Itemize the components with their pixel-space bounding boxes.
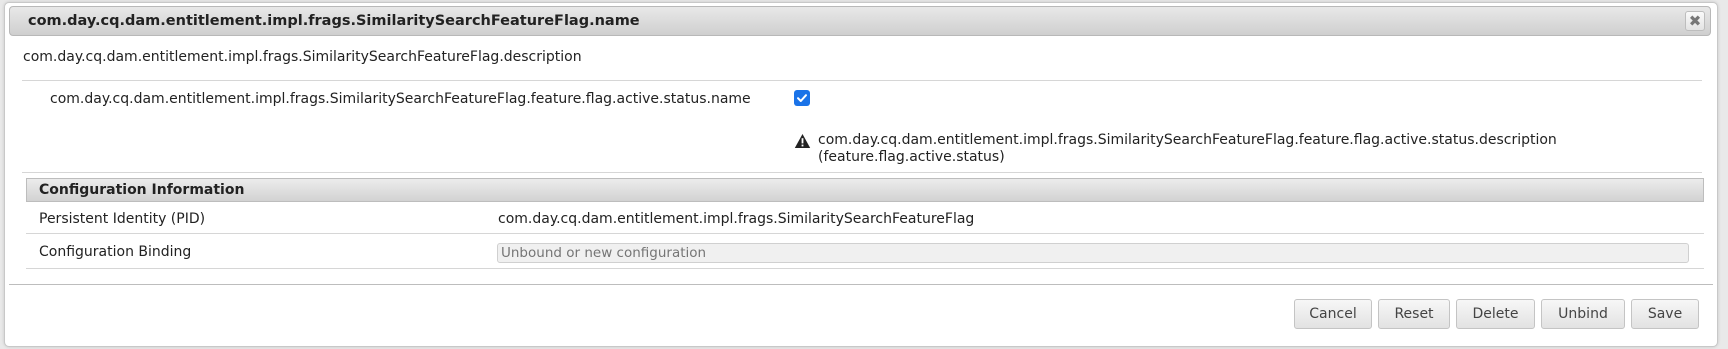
unbind-button[interactable]: Unbind (1541, 299, 1625, 329)
pid-value: com.day.cq.dam.entitlement.impl.frags.Si… (498, 211, 975, 227)
property-key: (feature.flag.active.status) (818, 149, 1005, 165)
property-description-text: com.day.cq.dam.entitlement.impl.frags.Si… (818, 132, 1557, 148)
divider (22, 172, 1702, 173)
button-bar-divider (9, 284, 1713, 285)
pid-label: Persistent Identity (PID) (39, 211, 206, 227)
divider (26, 268, 1704, 269)
divider (22, 80, 1702, 81)
reset-button[interactable]: Reset (1378, 299, 1450, 329)
property-description: com.day.cq.dam.entitlement.impl.frags.Si… (818, 132, 1557, 166)
dialog-titlebar[interactable]: com.day.cq.dam.entitlement.impl.frags.Si… (9, 6, 1711, 36)
config-dialog: com.day.cq.dam.entitlement.impl.frags.Si… (4, 2, 1718, 347)
feature-flag-active-checkbox[interactable] (794, 90, 810, 106)
property-name-label: com.day.cq.dam.entitlement.impl.frags.Si… (50, 91, 751, 107)
configuration-info-header: Configuration Information (26, 178, 1704, 202)
delete-button[interactable]: Delete (1456, 299, 1535, 329)
close-icon: ✖ (1688, 12, 1702, 30)
close-button[interactable]: ✖ (1685, 11, 1705, 31)
checkmark-icon (797, 94, 807, 102)
save-button[interactable]: Save (1631, 299, 1699, 329)
cancel-button[interactable]: Cancel (1294, 299, 1372, 329)
warning-triangle-icon (794, 134, 811, 148)
configuration-binding-field[interactable] (497, 243, 1689, 263)
dialog-title: com.day.cq.dam.entitlement.impl.frags.Si… (28, 13, 640, 29)
dialog-description: com.day.cq.dam.entitlement.impl.frags.Si… (23, 49, 582, 65)
binding-label: Configuration Binding (39, 244, 192, 260)
divider (26, 233, 1704, 234)
section-header-label: Configuration Information (39, 182, 245, 198)
